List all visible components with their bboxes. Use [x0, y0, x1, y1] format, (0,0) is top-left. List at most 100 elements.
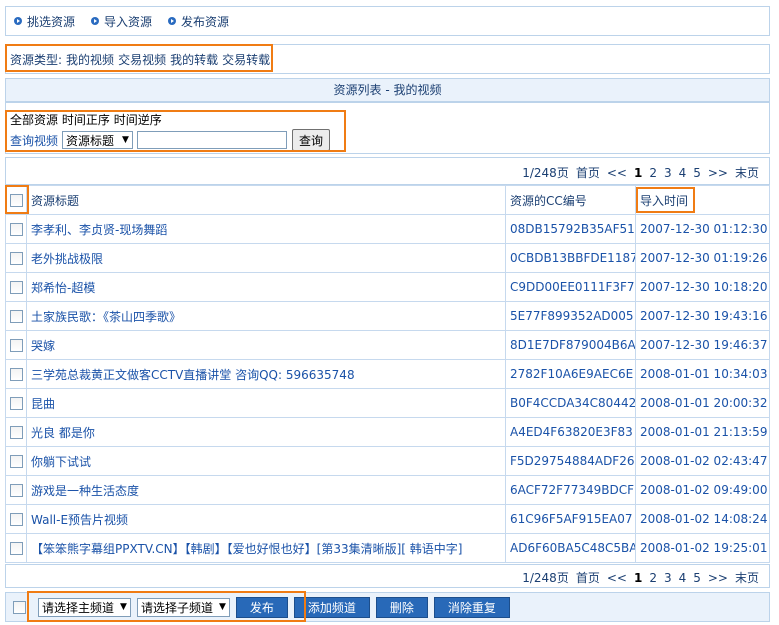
page-link-1[interactable]: 1 — [634, 166, 642, 180]
row-title[interactable]: 哭嫁 — [26, 330, 506, 360]
prev-page-link[interactable]: << — [607, 571, 627, 585]
query-field-select[interactable]: 资源标题 ▼ — [62, 131, 133, 149]
type-trade-video[interactable]: 交易视频 — [118, 51, 166, 68]
type-trade-repost[interactable]: 交易转载 — [222, 51, 270, 68]
row-checkbox-cell — [5, 533, 27, 563]
resource-type-label: 资源类型: — [10, 52, 63, 67]
row-cc-code: 8D1E7DF879004B6A — [505, 330, 636, 360]
page-link-2[interactable]: 2 — [649, 571, 657, 585]
last-page-link[interactable]: 末页 — [735, 569, 759, 586]
bottom-select-all-checkbox[interactable] — [13, 600, 26, 614]
row-title[interactable]: 三学苑总裁黄正文做客CCTV直播讲堂 咨询QQ: 596635748 — [26, 359, 506, 389]
prev-page-link[interactable]: << — [607, 166, 627, 180]
row-checkbox[interactable] — [9, 310, 23, 323]
row-cc-code: 2782F10A6E9AEC6E — [505, 359, 636, 389]
search-button[interactable]: 查询 — [291, 129, 330, 151]
row-import-time: 2007-12-30 19:43:16 — [635, 301, 770, 331]
row-cc-code: 08DB15792B35AF51 — [505, 214, 636, 244]
last-page-link[interactable]: 末页 — [735, 164, 759, 181]
row-checkbox[interactable] — [9, 368, 23, 381]
row-title[interactable]: 李孝利、李贞贤-现场舞蹈 — [26, 214, 506, 244]
page-link-1[interactable]: 1 — [634, 571, 642, 585]
publish-button[interactable]: 发布 — [235, 596, 288, 618]
type-my-repost[interactable]: 我的转载 — [170, 51, 218, 68]
row-import-time: 2008-01-02 02:43:47 — [635, 446, 770, 476]
row-title[interactable]: Wall-E预告片视频 — [26, 504, 506, 534]
row-checkbox[interactable] — [9, 513, 23, 526]
first-page-link[interactable]: 首页 — [576, 164, 600, 181]
query-input[interactable] — [136, 131, 287, 149]
row-checkbox[interactable] — [9, 542, 23, 555]
table-row: 哭嫁 8D1E7DF879004B6A 2007-12-30 19:46:37 — [5, 330, 770, 360]
row-title[interactable]: 游戏是一种生活态度 — [26, 475, 506, 505]
delete-button[interactable]: 删除 — [375, 596, 428, 618]
row-checkbox[interactable] — [9, 397, 23, 410]
row-checkbox-cell — [5, 243, 27, 273]
nav-publish-resource[interactable]: 发布资源 — [168, 13, 229, 30]
main-channel-select[interactable]: 请选择主频道 ▼ — [38, 597, 131, 617]
header-time[interactable]: 导入时间 — [635, 185, 770, 215]
page-info: 1/248页 — [522, 571, 569, 585]
row-checkbox-cell — [5, 388, 27, 418]
row-import-time: 2008-01-02 09:49:00 — [635, 475, 770, 505]
add-channel-button[interactable]: 添加频道 — [293, 596, 370, 618]
table-row: 三学苑总裁黄正文做客CCTV直播讲堂 咨询QQ: 596635748 2782F1… — [5, 359, 770, 389]
row-checkbox[interactable] — [9, 426, 23, 439]
row-checkbox-cell — [5, 475, 27, 505]
row-import-time: 2008-01-01 21:13:59 — [635, 417, 770, 447]
row-import-time: 2008-01-02 19:25:01 — [635, 533, 770, 563]
row-checkbox[interactable] — [9, 223, 23, 236]
row-checkbox-cell — [5, 359, 27, 389]
row-checkbox[interactable] — [9, 252, 23, 265]
chevron-down-icon: ▼ — [122, 135, 129, 145]
row-import-time: 2008-01-01 10:34:03 — [635, 359, 770, 389]
row-checkbox[interactable] — [9, 455, 23, 468]
row-title[interactable]: 郑希怡-超模 — [26, 272, 506, 302]
nav-import-resource[interactable]: 导入资源 — [91, 13, 152, 30]
row-checkbox-cell — [5, 214, 27, 244]
table-row: 土家族民歌：《茶山四季歌》 5E77F899352AD005 2007-12-30 … — [5, 301, 770, 331]
row-title[interactable]: 【笨笨熊字幕组PPXTV.CN】【韩剧】【爱也好恨也好】[第33集清晰版][ 韩… — [26, 533, 506, 563]
select-all-checkbox[interactable] — [9, 194, 23, 207]
type-my-video[interactable]: 我的视频 — [66, 51, 114, 68]
row-import-time: 2007-12-30 10:18:20 — [635, 272, 770, 302]
row-checkbox[interactable] — [9, 281, 23, 294]
page-link-2[interactable]: 2 — [649, 166, 657, 180]
row-checkbox-cell — [5, 417, 27, 447]
page-info: 1/248页 — [522, 166, 569, 180]
table-header-row: 资源标题 资源的CC编号 导入时间 — [5, 185, 770, 215]
filter-panel: 全部资源 时间正序 时间逆序 查询视频 资源标题 ▼ 查询 — [5, 102, 770, 154]
action-bar: 请选择主频道 ▼ 请选择子频道 ▼ 发布 添加频道 删除 消除重复 — [5, 592, 770, 622]
page-link-5[interactable]: 5 — [693, 166, 701, 180]
sub-channel-select[interactable]: 请选择子频道 ▼ — [136, 597, 230, 617]
resource-table: 资源标题 资源的CC编号 导入时间 李孝利、李贞贤-现场舞蹈 08DB15792B… — [5, 185, 770, 563]
row-title[interactable]: 昆曲 — [26, 388, 506, 418]
table-row: 昆曲 B0F4CCDA34C80442 2008-01-01 20:00:32 — [5, 388, 770, 418]
first-page-link[interactable]: 首页 — [576, 569, 600, 586]
select-all-cell — [5, 185, 27, 215]
page-link-3[interactable]: 3 — [664, 166, 672, 180]
page-link-4[interactable]: 4 — [679, 571, 687, 585]
sort-time-asc[interactable]: 时间正序 — [62, 113, 110, 127]
dedupe-button[interactable]: 消除重复 — [433, 596, 510, 618]
page-link-5[interactable]: 5 — [693, 571, 701, 585]
nav-select-resource[interactable]: 挑选资源 — [14, 13, 75, 30]
row-title[interactable]: 土家族民歌：《茶山四季歌》 — [26, 301, 506, 331]
row-checkbox-cell — [5, 272, 27, 302]
chevron-down-icon: ▼ — [120, 602, 127, 612]
table-row: 郑希怡-超模 C9DD00EE0111F3F7 2007-12-30 10:18:2… — [5, 272, 770, 302]
row-title[interactable]: 老外挑战极限 — [26, 243, 506, 273]
next-page-link[interactable]: >> — [708, 571, 728, 585]
row-checkbox-cell — [5, 330, 27, 360]
page-link-4[interactable]: 4 — [679, 166, 687, 180]
row-cc-code: 0CBDB13BBFDE1187 — [505, 243, 636, 273]
sort-time-desc[interactable]: 时间逆序 — [114, 113, 162, 127]
row-title[interactable]: 光良 都是你 — [26, 417, 506, 447]
row-title[interactable]: 你躺下试试 — [26, 446, 506, 476]
row-checkbox[interactable] — [9, 484, 23, 497]
row-cc-code: C9DD00EE0111F3F7 — [505, 272, 636, 302]
next-page-link[interactable]: >> — [708, 166, 728, 180]
filter-all[interactable]: 全部资源 — [10, 113, 58, 127]
page-link-3[interactable]: 3 — [664, 571, 672, 585]
row-checkbox[interactable] — [9, 339, 23, 352]
